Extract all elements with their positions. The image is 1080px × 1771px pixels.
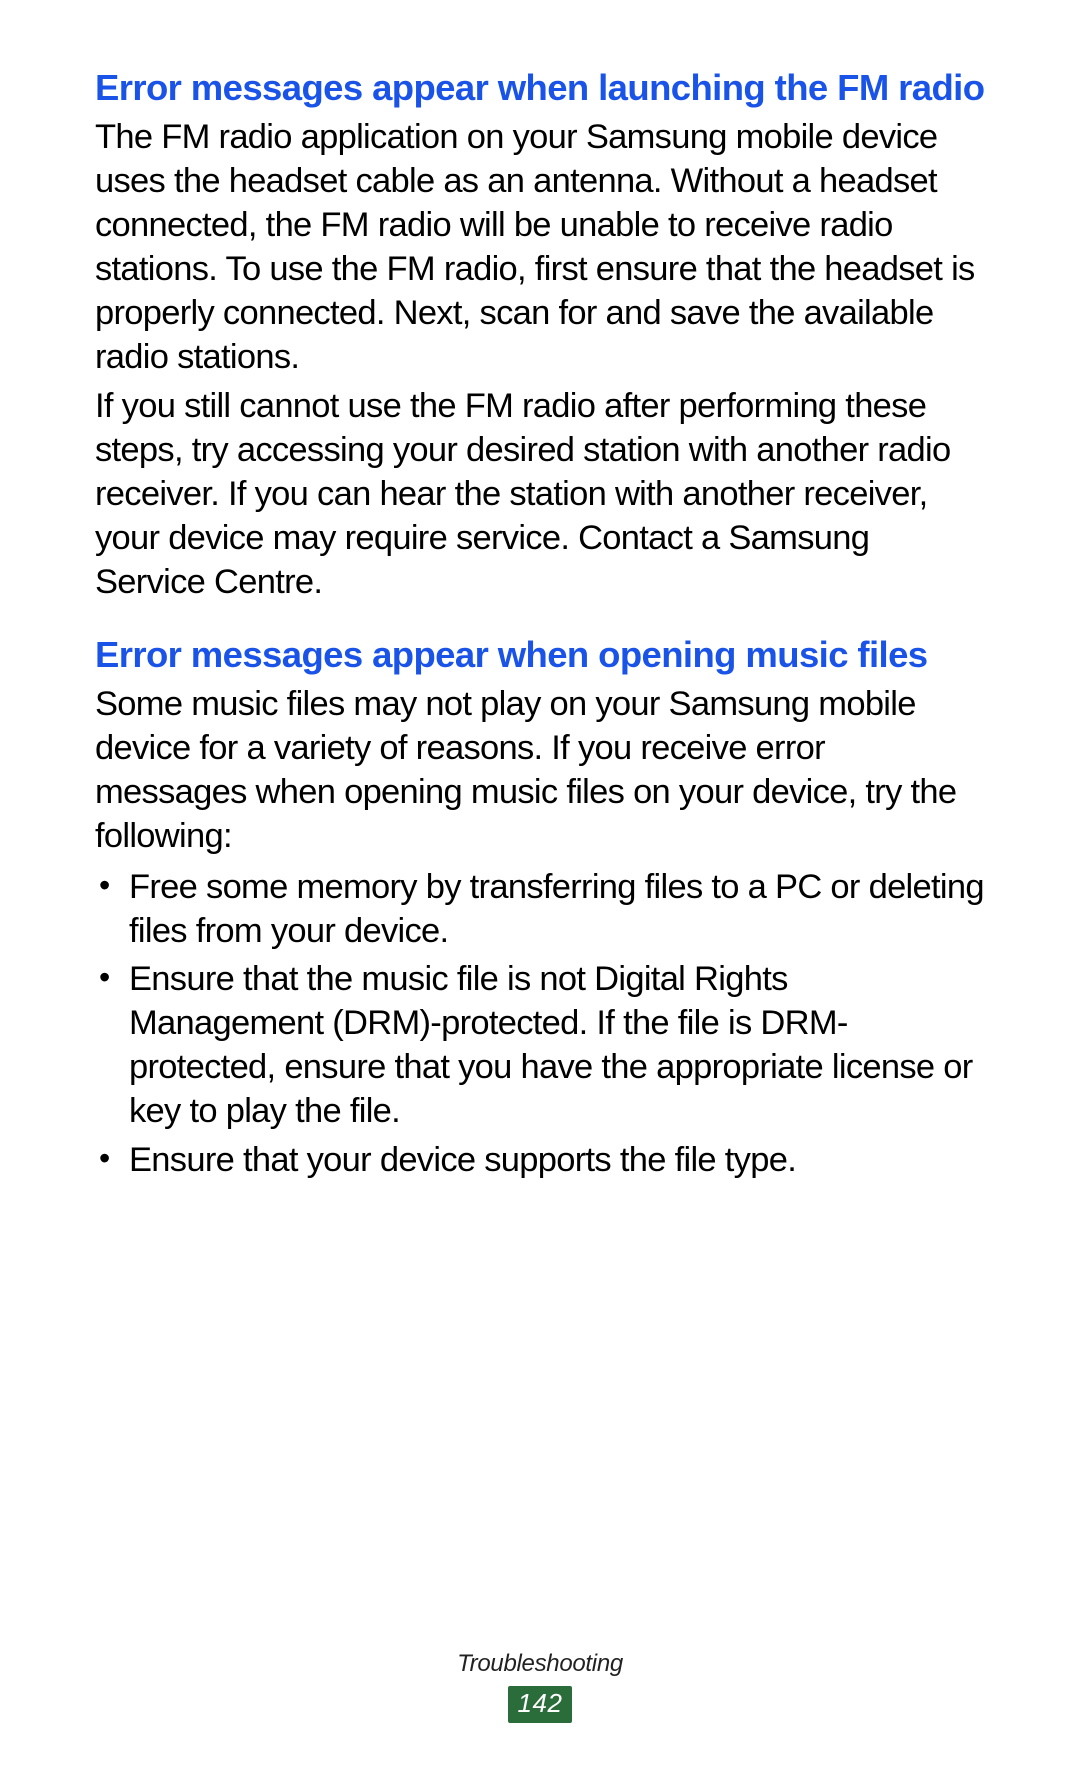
list-item: Free some memory by transferring files t…: [95, 865, 985, 953]
page-footer: Troubleshooting 142: [0, 1650, 1080, 1723]
paragraph: Some music files may not play on your Sa…: [95, 682, 985, 859]
paragraph: If you still cannot use the FM radio aft…: [95, 384, 985, 605]
document-page: Error messages appear when launching the…: [0, 0, 1080, 1771]
list-item: Ensure that your device supports the fil…: [95, 1138, 985, 1182]
section-heading-fm-radio: Error messages appear when launching the…: [95, 65, 985, 111]
section-heading-music-files: Error messages appear when opening music…: [95, 632, 985, 678]
bullet-list: Free some memory by transferring files t…: [95, 865, 985, 1182]
footer-section-label: Troubleshooting: [0, 1650, 1080, 1678]
page-number-badge: 142: [508, 1686, 573, 1723]
paragraph: The FM radio application on your Samsung…: [95, 115, 985, 380]
list-item: Ensure that the music file is not Digita…: [95, 957, 985, 1134]
